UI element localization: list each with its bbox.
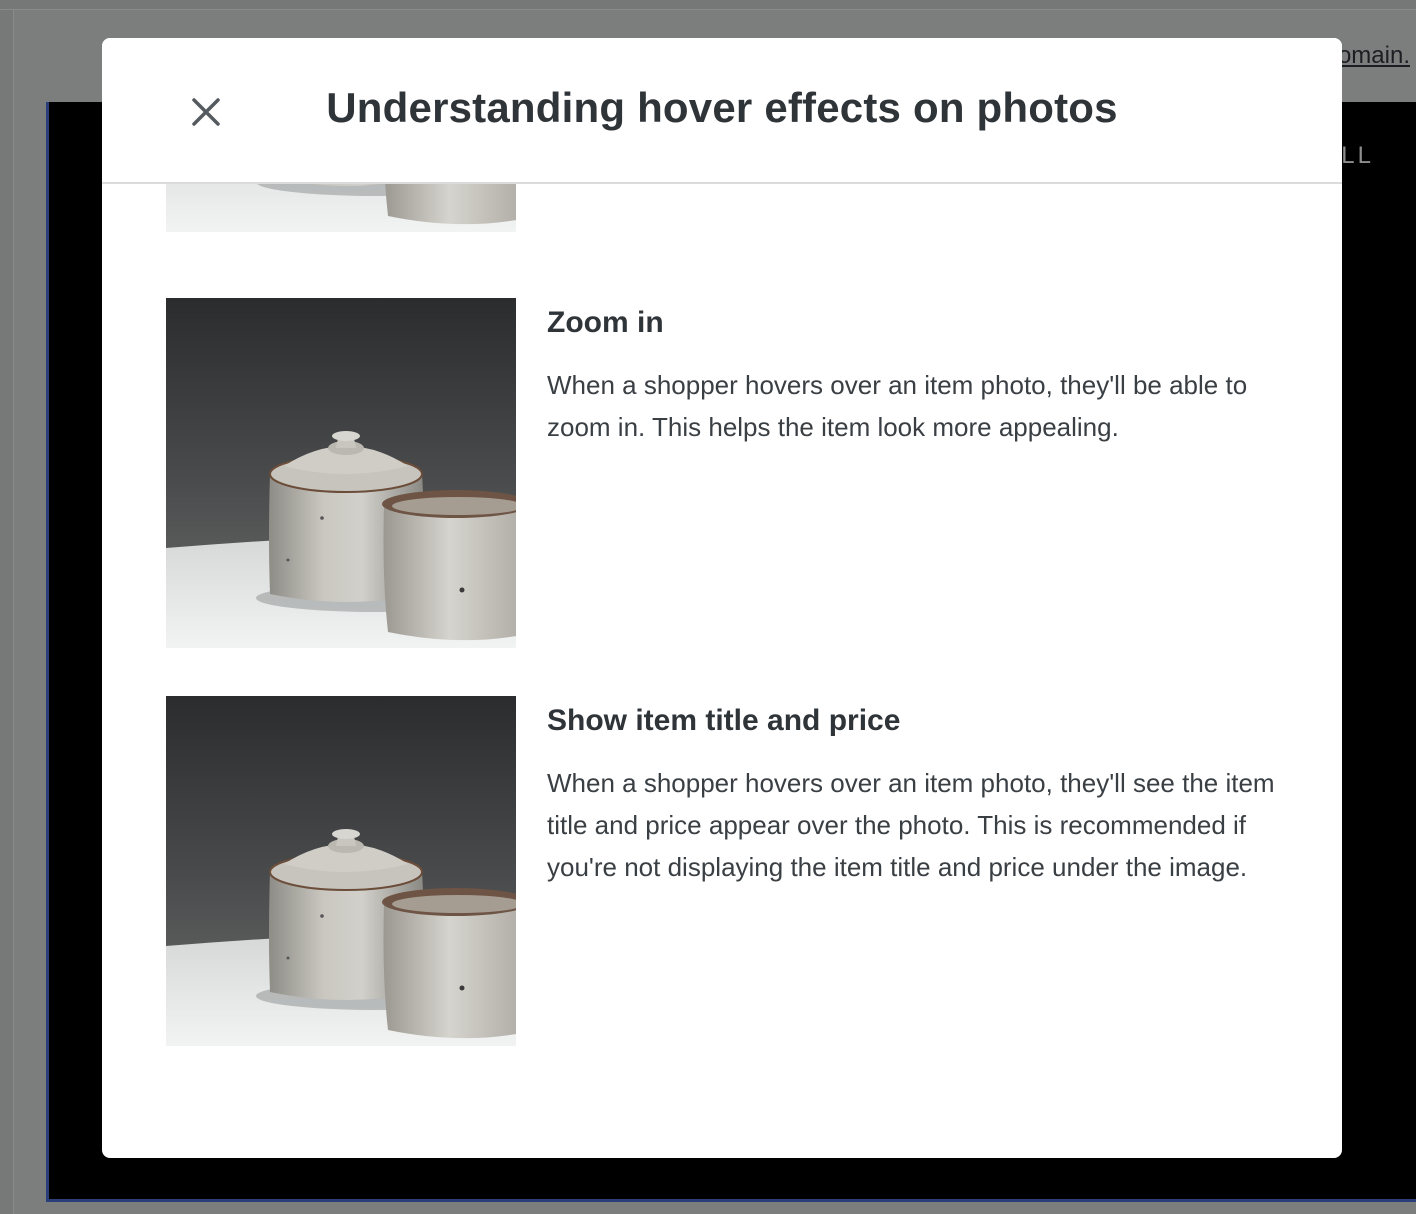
background-domain-link: omain. <box>1337 42 1410 69</box>
effect-item-title-price: Show item title and price When a shopper… <box>166 696 1286 1046</box>
effect-title: Show item title and price <box>547 704 901 737</box>
dialog-title: Understanding hover effects on photos <box>326 84 1118 131</box>
dialog-header: Understanding hover effects on photos <box>102 38 1342 184</box>
hover-effects-dialog: Zoom in When a shopper hovers over an it… <box>102 38 1342 1158</box>
background-toolbar <box>0 0 1416 10</box>
pottery-photo <box>166 184 516 232</box>
dialog-content[interactable]: Zoom in When a shopper hovers over an it… <box>102 184 1342 1158</box>
effect-description: When a shopper hovers over an item photo… <box>547 768 1275 882</box>
background-panel-label: LL <box>1341 142 1374 169</box>
pottery-photo <box>166 298 516 648</box>
effect-item-previous <box>166 184 1286 232</box>
pottery-photo <box>166 696 516 1046</box>
effect-item-zoom: Zoom in When a shopper hovers over an it… <box>166 298 1286 648</box>
background-sidebar <box>0 10 14 1214</box>
effect-description: When a shopper hovers over an item photo… <box>547 370 1248 442</box>
effect-title: Zoom in <box>547 306 664 339</box>
